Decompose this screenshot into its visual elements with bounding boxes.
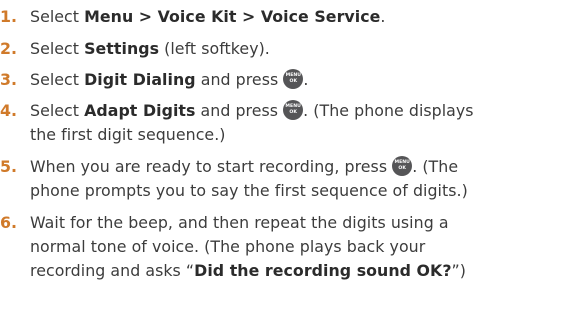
text: . (The xyxy=(412,157,459,176)
text: Select xyxy=(30,39,85,58)
step-number: 3. xyxy=(0,70,17,89)
text: . xyxy=(380,7,386,26)
step-text: Select Adapt Digits and press MENU OK. (T… xyxy=(30,98,474,123)
step-number: 4. xyxy=(0,101,17,120)
step-text: Select Settings (left softkey). xyxy=(30,36,270,61)
icon-label: OK xyxy=(289,79,298,84)
menu-path: Menu > Voice Kit > Voice Service xyxy=(84,7,381,26)
step-text: Select Menu > Voice Kit > Voice Service. xyxy=(30,4,385,29)
text: Select xyxy=(30,101,85,120)
step-number: 5. xyxy=(0,157,17,176)
text: ”) xyxy=(451,261,466,280)
step-text-continued: the first digit sequence.) xyxy=(30,125,226,144)
instruction-steps: 1. Select Menu > Voice Kit > Voice Servi… xyxy=(0,0,582,320)
step-text-continued: recording and asks “Did the recording so… xyxy=(30,258,466,283)
text: Select xyxy=(30,70,85,89)
icon-label: MENU xyxy=(285,104,301,109)
step-number: 2. xyxy=(0,39,17,58)
step-text-continued: phone prompts you to say the first seque… xyxy=(30,181,468,200)
text: recording and asks “ xyxy=(30,261,195,280)
text: When you are ready to start recording, p… xyxy=(30,157,393,176)
menu-item-name: Settings xyxy=(84,39,160,58)
text: Select xyxy=(30,7,85,26)
menu-item-name: Adapt Digits xyxy=(84,101,196,120)
step-text: Select Digit Dialing and press MENU OK. xyxy=(30,67,308,92)
prompt-text: Did the recording sound OK? xyxy=(194,261,452,280)
text: . (The phone displays xyxy=(303,101,474,120)
icon-label: OK xyxy=(289,110,297,115)
step-number: 1. xyxy=(0,7,17,26)
step-number: 6. xyxy=(0,213,17,232)
step-text: Wait for the beep, and then repeat the d… xyxy=(30,213,449,232)
icon-label: MENU xyxy=(285,73,302,78)
text: . xyxy=(303,70,309,89)
step-text: When you are ready to start recording, p… xyxy=(30,154,458,179)
icon-label: OK xyxy=(398,166,406,171)
text: and press xyxy=(195,70,284,89)
step-text-continued: normal tone of voice. (The phone plays b… xyxy=(30,237,426,256)
menu-ok-button-icon: MENU OK xyxy=(283,100,304,120)
menu-ok-button-icon: MENU OK xyxy=(283,69,304,89)
menu-item-name: Digit Dialing xyxy=(84,70,196,89)
menu-ok-button-icon: MENU OK xyxy=(392,156,413,176)
text: and press xyxy=(195,101,284,120)
text: (left softkey). xyxy=(159,39,270,58)
icon-label: MENU xyxy=(394,160,410,165)
